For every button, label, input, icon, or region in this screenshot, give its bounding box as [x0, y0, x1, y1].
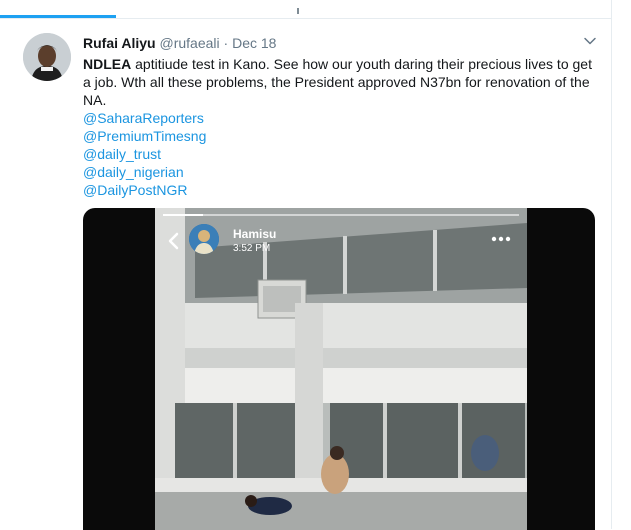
- tweet-date[interactable]: Dec 18: [232, 35, 276, 51]
- mention-link[interactable]: @DailyPostNGR: [83, 181, 601, 199]
- caret-down-icon[interactable]: [582, 33, 598, 49]
- video-player[interactable]: Hamisu 3:52 PM: [83, 208, 595, 530]
- author-handle[interactable]: @rufaeali: [160, 35, 220, 51]
- tweet[interactable]: Rufai Aliyu @rufaeali · Dec 18 NDLEA apt…: [0, 19, 611, 530]
- timeline: Rufai Aliyu @rufaeali · Dec 18 NDLEA apt…: [0, 0, 612, 530]
- mention-link[interactable]: @daily_trust: [83, 145, 601, 163]
- avatar[interactable]: [23, 33, 71, 81]
- more-options-icon[interactable]: [491, 236, 511, 242]
- active-tab-indicator[interactable]: [0, 15, 116, 18]
- mention-link[interactable]: @daily_nigerian: [83, 163, 601, 181]
- author-name[interactable]: Rufai Aliyu: [83, 35, 156, 51]
- upload-time: 3:52 PM: [233, 243, 271, 254]
- uploader-avatar: [189, 224, 219, 254]
- video-scene: [155, 208, 527, 530]
- uploader-name: Hamisu: [233, 227, 277, 241]
- mention-link[interactable]: @SaharaReporters: [83, 109, 601, 127]
- tweet-text-rest: aptitiude test in Kano. See how our yout…: [83, 56, 592, 108]
- mention-link[interactable]: @PremiumTimesng: [83, 127, 601, 145]
- tweet-body: NDLEA aptitiude test in Kano. See how ou…: [83, 55, 601, 109]
- header-separator: ·: [223, 35, 229, 51]
- tab-label-fragment[interactable]: [297, 8, 299, 14]
- tweet-header: Rufai Aliyu @rufaeali · Dec 18: [83, 35, 276, 51]
- avatar-photo: [23, 33, 71, 81]
- video-frame[interactable]: Hamisu 3:52 PM: [155, 208, 527, 530]
- tweet-text: NDLEA aptitiude test in Kano. See how ou…: [83, 55, 601, 199]
- tab-bar: [0, 0, 611, 19]
- back-arrow-icon[interactable]: [167, 232, 181, 250]
- uploader-avatar-image: [189, 224, 219, 254]
- tweet-text-bold: NDLEA: [83, 56, 132, 72]
